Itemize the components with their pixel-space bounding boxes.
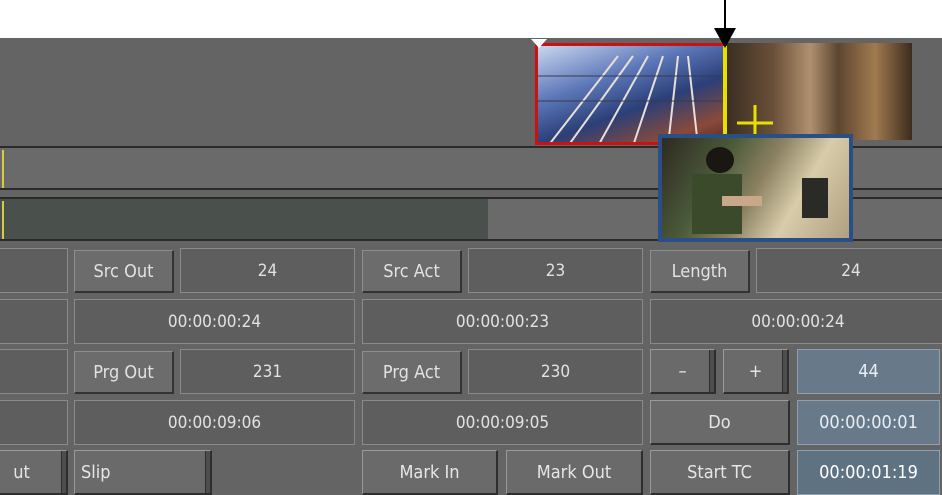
mark-out-button[interactable]: Mark Out — [506, 450, 643, 495]
trim-editor-panel: Src Out 24 Src Act 23 Length 24 00:00:00… — [0, 38, 942, 495]
pointer-arrow-icon — [714, 0, 736, 48]
track-1-position-marker — [2, 150, 4, 188]
decrement-button[interactable]: – — [650, 349, 716, 394]
row2-partial-cell — [0, 299, 68, 344]
clip-start-marker-icon — [531, 39, 547, 48]
prg-out-label: Prg Out — [74, 351, 174, 394]
start-tc-button[interactable]: Start TC — [650, 450, 790, 495]
increment-button[interactable]: + — [723, 349, 789, 394]
edit-point-marker[interactable] — [723, 46, 727, 142]
start-timecode-field[interactable]: 00:00:01:19 — [797, 450, 940, 495]
length-timecode-field[interactable]: 00:00:00:24 — [650, 299, 942, 344]
prg-out-frames-field[interactable]: 231 — [180, 349, 355, 394]
prg-act-frames-field[interactable]: 230 — [468, 349, 643, 394]
src-out-frames-field[interactable]: 24 — [180, 248, 355, 293]
outgoing-clip-thumbnail[interactable] — [535, 43, 727, 145]
mark-in-button[interactable]: Mark In — [362, 450, 498, 495]
track-2-position-marker — [2, 201, 4, 239]
track-2-filled-region — [0, 199, 488, 239]
prg-act-timecode-field[interactable]: 00:00:09:05 — [362, 400, 643, 445]
length-frames-field[interactable]: 24 — [756, 248, 942, 293]
src-act-frames-field[interactable]: 23 — [468, 248, 643, 293]
row4-partial-cell — [0, 400, 68, 445]
prg-out-timecode-field[interactable]: 00:00:09:06 — [74, 400, 355, 445]
row1-partial-cell — [0, 248, 68, 293]
src-act-label: Src Act — [362, 250, 462, 293]
src-act-timecode-field[interactable]: 00:00:00:23 — [362, 299, 643, 344]
slip-button[interactable]: Slip — [74, 450, 212, 495]
length-label: Length — [650, 250, 750, 293]
nudge-timecode-field[interactable]: 00:00:00:01 — [797, 400, 940, 445]
row3-partial-cell — [0, 349, 68, 394]
dragged-clip-preview[interactable] — [658, 134, 853, 242]
nudge-frames-field[interactable]: 44 — [797, 349, 940, 394]
out-button[interactable]: ut — [0, 450, 68, 495]
prg-act-label: Prg Act — [362, 351, 462, 394]
src-out-timecode-field[interactable]: 00:00:00:24 — [74, 299, 355, 344]
src-out-label: Src Out — [74, 250, 174, 293]
person-scene-image — [692, 147, 828, 234]
railway-tracks-image — [538, 55, 724, 142]
do-button[interactable]: Do — [650, 400, 790, 445]
